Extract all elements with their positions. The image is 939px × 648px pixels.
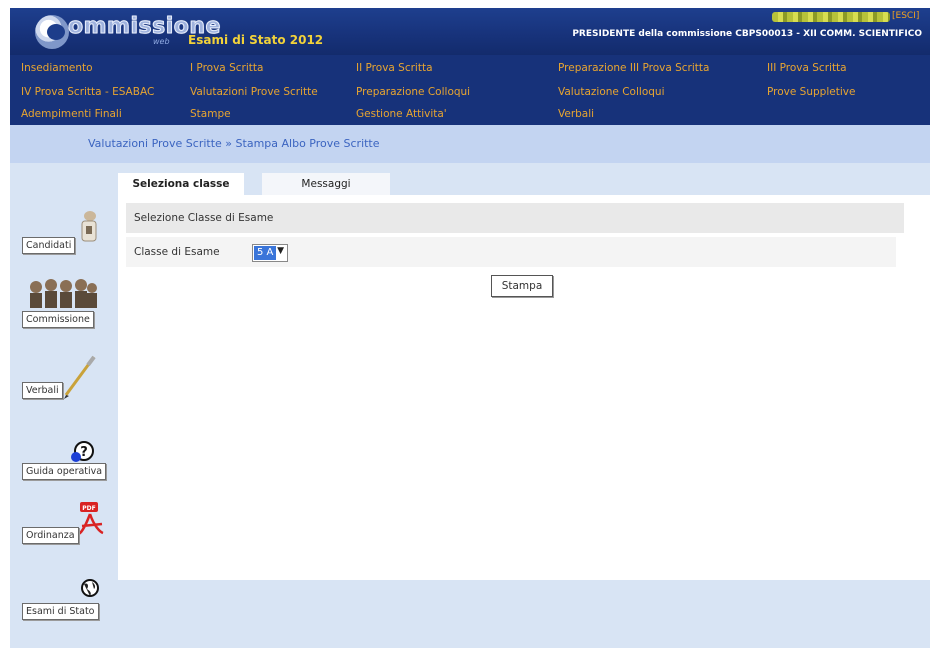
stampa-button[interactable]: Stampa	[491, 275, 553, 297]
classe-select[interactable]: 5 A ▼	[252, 244, 288, 262]
main-menu: Insediamento I Prova Scritta II Prova Sc…	[10, 55, 930, 125]
sidebar-item-candidati[interactable]: Candidati	[22, 208, 102, 254]
menu-iv-prova-esabac[interactable]: IV Prova Scritta - ESABAC	[21, 86, 154, 98]
sidebar-item-guida-operativa[interactable]: ? Guida operativa	[22, 440, 110, 480]
svg-text:PDF: PDF	[82, 505, 95, 512]
pen-icon	[64, 355, 96, 399]
help-icon: ?	[71, 441, 94, 462]
classe-row: Classe di Esame 5 A ▼	[126, 237, 896, 267]
logout-link[interactable]: [ESCI]	[892, 11, 919, 21]
candidati-icon	[81, 211, 97, 242]
menu-adempimenti-finali[interactable]: Adempimenti Finali	[21, 108, 122, 120]
header: ommissione web Esami di Stato 2012 [ESCI…	[10, 8, 930, 55]
content-panel: Selezione Classe di Esame Classe di Esam…	[118, 195, 930, 580]
tab-messaggi[interactable]: Messaggi	[262, 173, 390, 195]
menu-i-prova-scritta[interactable]: I Prova Scritta	[190, 62, 263, 74]
menu-insediamento[interactable]: Insediamento	[21, 62, 93, 74]
breadcrumb-bar: Valutazioni Prove Scritte » Stampa Albo …	[10, 125, 930, 163]
menu-iii-prova-scritta[interactable]: III Prova Scritta	[767, 62, 847, 74]
menu-verbali[interactable]: Verbali	[558, 108, 594, 120]
classe-selected-value: 5 A	[254, 246, 277, 260]
logo-suffix: web	[153, 37, 170, 46]
commissione-logo-icon	[35, 15, 69, 49]
app-title: Esami di Stato 2012	[188, 33, 324, 47]
menu-preparazione-iii-prova[interactable]: Preparazione III Prova Scritta	[558, 62, 709, 74]
chevron-down-icon: ▼	[277, 246, 284, 256]
menu-prove-suppletive[interactable]: Prove Suppletive	[767, 86, 855, 98]
classe-label: Classe di Esame	[134, 246, 220, 258]
section-title: Selezione Classe di Esame	[126, 203, 904, 233]
menu-ii-prova-scritta[interactable]: II Prova Scritta	[356, 62, 433, 74]
sidebar-label-guida-operativa: Guida operativa	[22, 463, 107, 480]
menu-valutazioni-prove-scritte[interactable]: Valutazioni Prove Scritte	[190, 86, 318, 98]
pdf-icon: PDF	[77, 502, 104, 536]
svg-text:?: ?	[80, 445, 88, 460]
app-window: ommissione web Esami di Stato 2012 [ESCI…	[0, 0, 939, 648]
menu-preparazione-colloqui[interactable]: Preparazione Colloqui	[356, 86, 470, 98]
globe-icon	[81, 579, 99, 597]
sidebar-item-esami-di-stato[interactable]: Esami di Stato	[22, 578, 104, 620]
sidebar-item-ordinanza[interactable]: PDF Ordinanza	[22, 500, 104, 544]
president-info: PRESIDENTE della commissione CBPS00013 -…	[572, 29, 922, 39]
menu-stampe[interactable]: Stampe	[190, 108, 231, 120]
sidebar-label-candidati: Candidati	[22, 237, 76, 254]
breadcrumb[interactable]: Valutazioni Prove Scritte » Stampa Albo …	[88, 137, 380, 150]
tab-seleziona-classe[interactable]: Seleziona classe	[118, 173, 244, 195]
commissione-icon	[30, 279, 97, 308]
sidebar-label-commissione: Commissione	[22, 311, 94, 328]
sidebar-item-verbali[interactable]: Verbali	[22, 355, 102, 399]
user-name-redacted	[772, 12, 890, 22]
sidebar-label-ordinanza: Ordinanza	[22, 527, 79, 544]
menu-gestione-attivita[interactable]: Gestione Attivita'	[356, 108, 447, 120]
sidebar-item-commissione[interactable]: Commissione	[22, 278, 102, 328]
sidebar-label-verbali: Verbali	[22, 382, 63, 399]
menu-valutazione-colloqui[interactable]: Valutazione Colloqui	[558, 86, 664, 98]
sidebar-label-esami-di-stato: Esami di Stato	[22, 603, 99, 620]
